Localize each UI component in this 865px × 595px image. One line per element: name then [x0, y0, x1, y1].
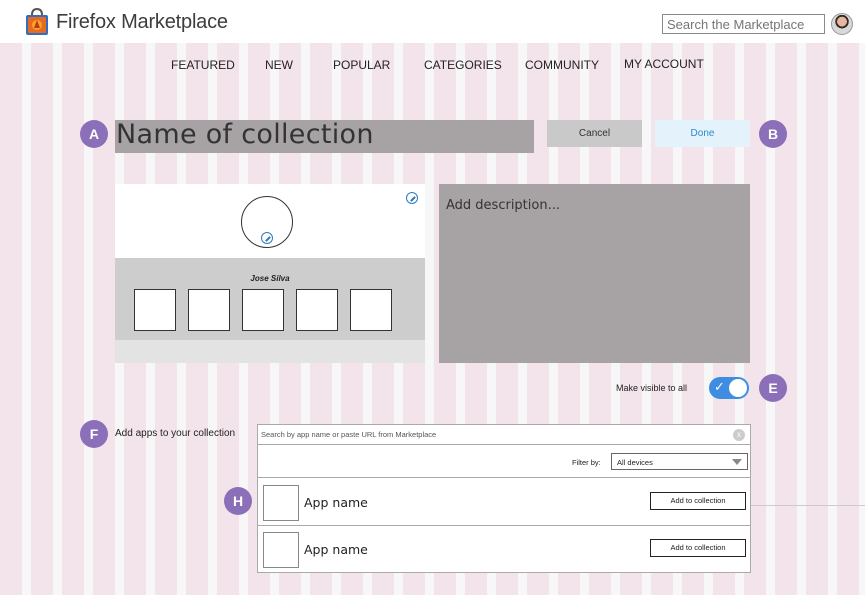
app-icon: [263, 532, 299, 568]
nav-new[interactable]: NEW: [265, 58, 293, 72]
nav-categories[interactable]: CATEGORIES: [424, 58, 502, 72]
app-result-row: App name Add to collection: [258, 526, 750, 573]
app-thumbnail[interactable]: [188, 289, 230, 331]
app-thumbnail[interactable]: [350, 289, 392, 331]
header: Firefox Marketplace: [0, 0, 865, 43]
edit-icon-pencil-icon[interactable]: [261, 232, 273, 244]
dropdown-arrow-icon: [732, 459, 742, 465]
app-search-placeholder: Search by app name or paste URL from Mar…: [261, 430, 437, 439]
device-filter-value: All devices: [617, 458, 653, 467]
app-icon: [263, 485, 299, 521]
collection-name-field[interactable]: Name of collection: [115, 119, 534, 153]
divider: [751, 505, 865, 506]
visibility-label: Make visible to all: [616, 383, 688, 393]
card-footer: [115, 340, 425, 363]
cancel-button[interactable]: Cancel: [547, 120, 642, 147]
toggle-knob: [729, 379, 747, 397]
annotation-badge-a: A: [80, 120, 108, 148]
add-to-collection-button[interactable]: Add to collection: [650, 539, 746, 557]
nav-featured[interactable]: FEATURED: [171, 58, 235, 72]
annotation-badge-f: F: [80, 420, 108, 448]
annotation-badge-b: B: [759, 120, 787, 148]
filter-row: Filter by: All devices: [258, 446, 750, 478]
brand-title[interactable]: Firefox Marketplace: [56, 11, 228, 34]
add-to-collection-button[interactable]: Add to collection: [650, 492, 746, 510]
clear-search-icon[interactable]: x: [733, 429, 745, 441]
nav-community[interactable]: COMMUNITY: [525, 58, 599, 72]
visibility-toggle[interactable]: ✓: [709, 377, 749, 399]
brand-marketplace: Marketplace: [121, 11, 228, 33]
add-apps-label: Add apps to your collection: [115, 428, 236, 439]
app-name: App name: [304, 495, 368, 510]
owner-name: Jose Silva: [250, 274, 290, 283]
firefox-marketplace-bag-icon[interactable]: [23, 8, 51, 36]
device-filter-select[interactable]: All devices: [611, 453, 748, 470]
collection-name-placeholder: Name of collection: [116, 119, 374, 150]
add-apps-panel: Search by app name or paste URL from Mar…: [257, 424, 751, 573]
done-button[interactable]: Done: [655, 120, 750, 147]
filter-label: Filter by:: [572, 458, 601, 467]
annotation-badge-e: E: [759, 374, 787, 402]
annotation-badge-h: H: [224, 487, 252, 515]
nav-my-account[interactable]: MY ACCOUNT: [624, 57, 704, 71]
description-placeholder: Add description...: [446, 198, 560, 213]
user-avatar[interactable]: [831, 13, 853, 35]
collection-card: Jose Silva: [115, 184, 425, 363]
checkmark-icon: ✓: [714, 379, 725, 394]
nav-popular[interactable]: POPULAR: [333, 58, 390, 72]
brand-light: Firefox: [56, 11, 116, 33]
description-field[interactable]: Add description...: [439, 184, 750, 363]
app-thumbnail[interactable]: [296, 289, 338, 331]
app-name: App name: [304, 542, 368, 557]
app-result-row: App name Add to collection: [258, 479, 750, 526]
edit-banner-pencil-icon[interactable]: [406, 192, 418, 204]
app-thumbnail[interactable]: [242, 289, 284, 331]
search-input[interactable]: [662, 14, 825, 34]
app-search-input[interactable]: Search by app name or paste URL from Mar…: [258, 425, 750, 445]
app-thumbnail[interactable]: [134, 289, 176, 331]
